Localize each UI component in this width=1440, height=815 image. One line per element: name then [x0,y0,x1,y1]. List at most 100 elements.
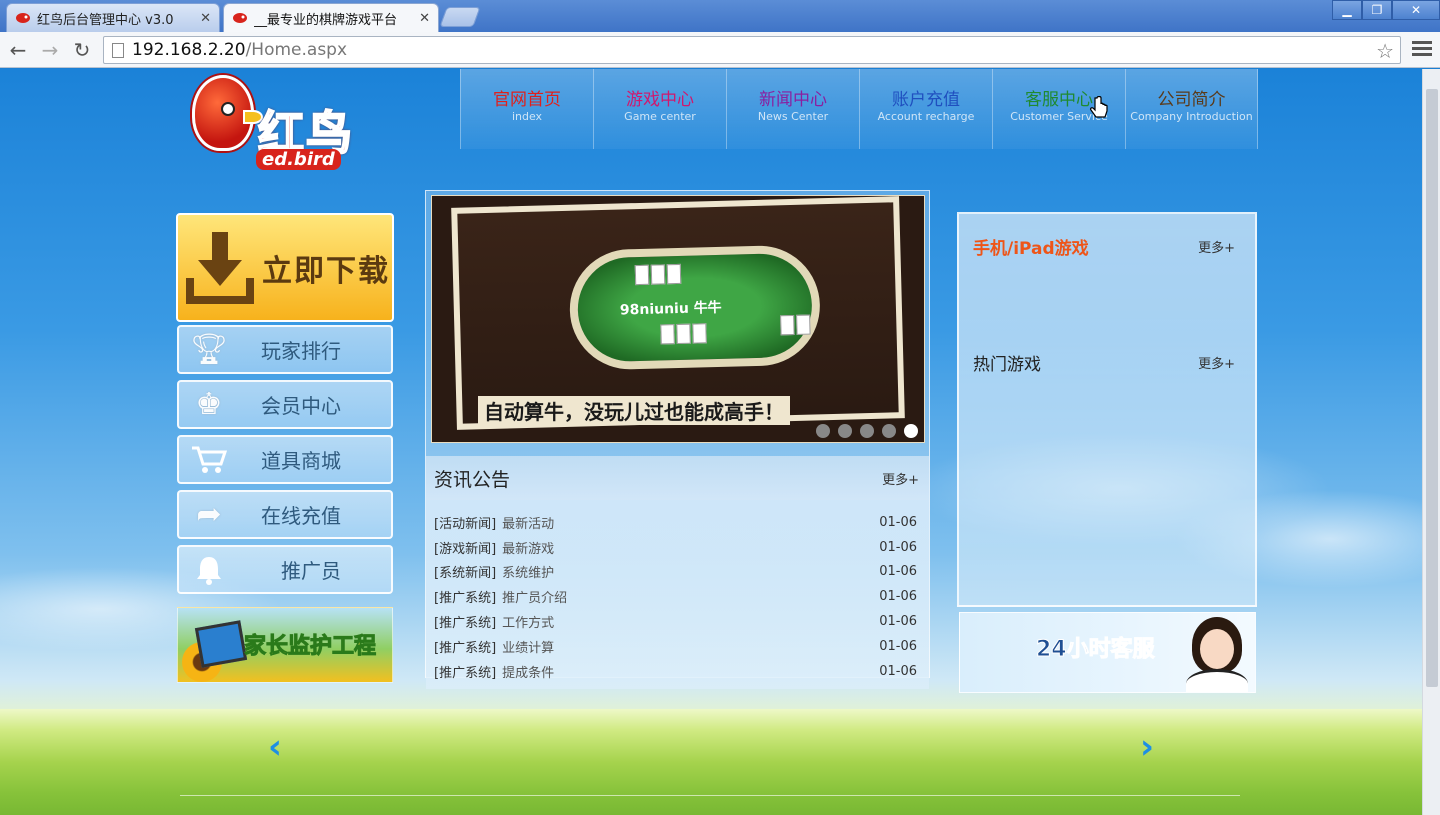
url-path: /Home.aspx [245,40,348,60]
footer-divider [180,795,1240,796]
slide-dot[interactable] [882,424,896,438]
page-viewport: 红鸟 ed.bird 官网首页 index 游戏中心 Game center 新… [0,69,1422,815]
news-item-title[interactable]: 业绩计算 [502,641,554,656]
customer-service-banner[interactable]: 24小时客服 [959,612,1256,693]
back-arrow-icon[interactable]: ← [6,38,30,62]
news-date: 01-06 [879,564,917,580]
bell-icon [179,550,239,590]
sidebar-item-player-ranking[interactable]: 🏆︎ 玩家排行 [177,325,393,374]
hot-games-title: 热门游戏 [973,355,1041,375]
browser-tab-active[interactable]: __最专业的棋牌游戏平台 ✕ [223,3,439,32]
nav-company-intro[interactable]: 公司简介 Company Introduction [1125,69,1258,149]
hot-games-more-link[interactable]: 更多+ [1198,353,1235,372]
news-category: [推广系统] [434,640,497,656]
news-date: 01-06 [879,539,917,555]
game-banner-slide[interactable]: 98niuniu 牛牛 自动算牛，没玩儿过也能成高手！ [431,195,925,443]
games-panel: 手机/iPad游戏 更多+ 热门游戏 更多+ [957,212,1257,607]
news-row[interactable]: [推广系统] 提成条件 01-06 [434,659,917,684]
news-date: 01-06 [879,663,917,679]
news-category: [游戏新闻] [434,541,497,557]
news-date: 01-06 [879,514,917,530]
news-list: [活动新闻] 最新活动 01-06 [游戏新闻] 最新游戏 01-06 [系统新闻] 系统… [426,500,929,684]
nav-label-cn: 账户充值 [892,90,960,110]
news-item-title[interactable]: 推广员介绍 [502,591,567,606]
parental-guard-banner[interactable]: 家长监护工程 [177,607,393,683]
slide-dot[interactable] [838,424,852,438]
news-row[interactable]: [活动新闻] 最新活动 01-06 [434,510,917,535]
news-category: [推广系统] [434,591,497,607]
redbird-favicon-icon [15,12,31,24]
mobile-games-header: 手机/iPad游戏 更多+ [973,234,1235,259]
news-category: [活动新闻] [434,516,497,532]
grass-background [0,709,1422,815]
sidebar-item-item-shop[interactable]: 道具商城 [177,435,393,484]
nav-index[interactable]: 官网首页 index [460,69,593,149]
logo-text-en: ed.bird [256,149,341,170]
arrow-right-icon: ➦ [196,497,222,532]
news-row[interactable]: [推广系统] 业绩计算 01-06 [434,634,917,659]
sidebar-item-member-center[interactable]: ♚ 会员中心 [177,380,393,429]
download-label: 立即下载 [262,253,390,289]
news-more-link[interactable]: 更多+ [882,469,919,488]
new-tab-button[interactable] [439,7,481,27]
slide-dot-active[interactable] [904,424,918,438]
tab-close-icon[interactable]: ✕ [200,11,211,26]
news-date: 01-06 [879,638,917,654]
scrollbar-thumb[interactable] [1426,89,1438,687]
hot-games-header: 热门游戏 更多+ [973,350,1235,375]
download-now-button[interactable]: 立即下载 [176,213,394,322]
restore-icon[interactable]: ❐ [1362,0,1392,20]
sidebar-item-label: 玩家排行 [261,339,341,363]
browser-tab[interactable]: 红鸟后台管理中心 v3.0 ✕ [6,3,220,32]
news-item-title[interactable]: 提成条件 [502,666,554,681]
page-icon [112,42,124,58]
nav-account-recharge[interactable]: 账户充值 Account recharge [859,69,992,149]
tab-title: 红鸟后台管理中心 v3.0 [37,12,174,28]
carousel-next-arrow-icon[interactable]: › [1140,727,1154,767]
news-header: 资讯公告 更多+ [426,456,929,500]
sidebar-item-online-recharge[interactable]: ➦ 在线充值 [177,490,393,539]
mobile-games-more-link[interactable]: 更多+ [1198,237,1235,256]
url-host: 192.168.2.20 [132,40,246,60]
news-item-title[interactable]: 最新活动 [502,517,554,532]
browser-titlebar: 红鸟后台管理中心 v3.0 ✕ __最专业的棋牌游戏平台 ✕ ▁ ❐ ✕ [0,0,1440,32]
slide-dot[interactable] [816,424,830,438]
news-row[interactable]: [推广系统] 推广员介绍 01-06 [434,584,917,609]
news-item-title[interactable]: 工作方式 [502,616,554,631]
carousel-prev-arrow-icon[interactable]: ‹ [268,727,282,767]
news-row[interactable]: [推广系统] 工作方式 01-06 [434,609,917,634]
nav-news-center[interactable]: 新闻中心 News Center [726,69,859,149]
hand-cursor-icon [1090,96,1108,118]
news-row[interactable]: [系统新闻] 系统维护 01-06 [434,560,917,585]
news-date: 01-06 [879,589,917,605]
slide-dot[interactable] [860,424,874,438]
nav-label-en: index [511,110,543,123]
service-agent-avatar [1186,617,1248,692]
news-date: 01-06 [879,614,917,630]
menu-icon[interactable] [1412,38,1432,62]
bookmark-star-icon[interactable]: ☆ [1376,39,1394,63]
banner-pagination [816,424,926,438]
page-scrollbar[interactable] [1422,69,1440,815]
site-logo[interactable]: 红鸟 ed.bird [188,71,388,179]
forward-arrow-icon[interactable]: → [38,38,62,62]
address-bar[interactable]: 192.168.2.20/Home.aspx ☆ [103,36,1401,64]
sidebar-item-promoter[interactable]: 推广员 [177,545,393,594]
news-panel: 资讯公告 更多+ [活动新闻] 最新活动 01-06 [游戏新闻] 最新游戏 01-06… [426,456,929,689]
monitor-icon [194,620,248,668]
sidebar-item-label: 推广员 [281,559,341,583]
nav-label-cn: 新闻中心 [759,90,827,110]
bird-mascot-icon [192,75,263,151]
close-icon[interactable]: ✕ [1392,0,1440,20]
reload-icon[interactable]: ↻ [70,38,94,62]
trophy-icon: 🏆︎ [189,332,229,367]
news-item-title[interactable]: 系统维护 [502,566,554,581]
tab-close-icon[interactable]: ✕ [419,11,430,26]
news-category: [推广系统] [434,665,497,681]
nav-label-en: News Center [757,110,829,123]
nav-game-center[interactable]: 游戏中心 Game center [593,69,726,149]
news-row[interactable]: [游戏新闻] 最新游戏 01-06 [434,535,917,560]
banner-table-text: 98niuniu 牛牛 [619,299,722,319]
news-item-title[interactable]: 最新游戏 [502,542,554,557]
minimize-icon[interactable]: ▁ [1332,0,1362,20]
